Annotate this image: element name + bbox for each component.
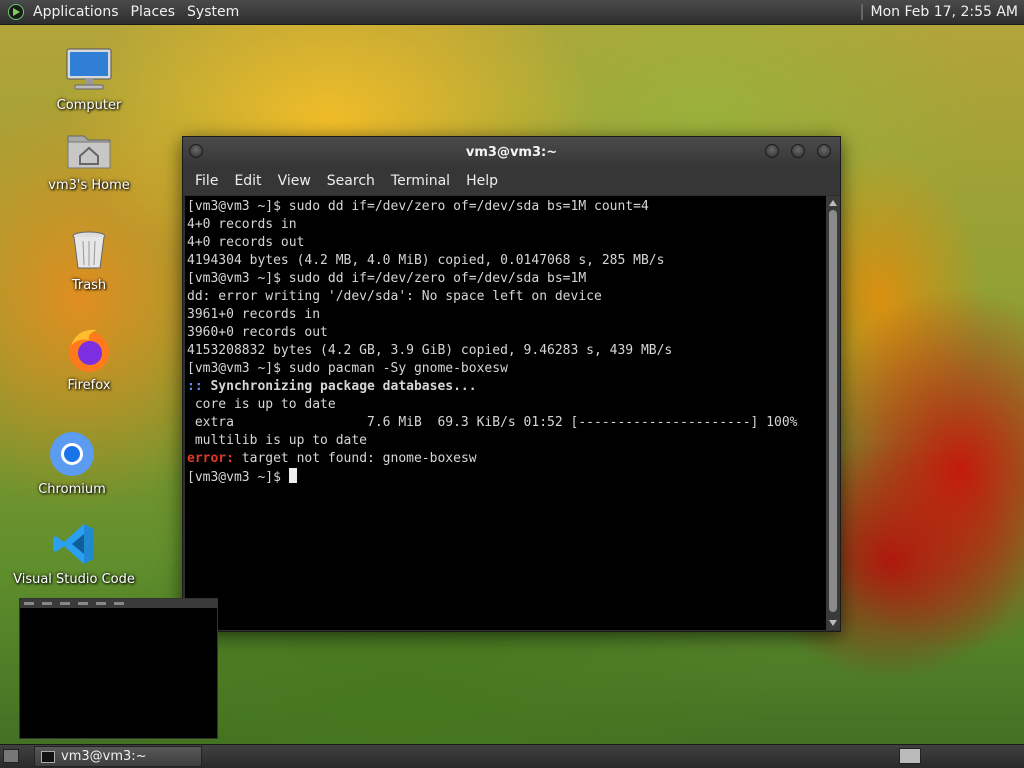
desktop-icon-label: Trash xyxy=(71,278,107,293)
places-menu[interactable]: Places xyxy=(125,4,182,20)
home-folder-icon xyxy=(65,126,113,174)
chromium-icon xyxy=(48,430,96,478)
firefox-icon xyxy=(65,326,113,374)
menu-help[interactable]: Help xyxy=(458,173,506,189)
sync-text: Synchronizing package databases... xyxy=(202,379,477,394)
scroll-down-icon[interactable] xyxy=(829,620,837,626)
desktop-icon-home[interactable]: vm3's Home xyxy=(24,126,154,193)
prompt: [vm3@vm3 ~]$ xyxy=(187,470,289,485)
menu-view[interactable]: View xyxy=(270,173,319,189)
window-menu-button[interactable] xyxy=(189,144,203,158)
text-cursor xyxy=(288,468,297,483)
applications-menu-icon[interactable] xyxy=(8,4,24,20)
terminal-window[interactable]: vm3@vm3:~ File Edit View Search Terminal… xyxy=(182,136,841,632)
desktop-icon-trash[interactable]: Trash xyxy=(24,226,154,293)
terminal-line: 3960+0 records out xyxy=(187,325,328,340)
clock[interactable]: Mon Feb 17, 2:55 AM xyxy=(871,4,1018,20)
desktop-icon-label: Firefox xyxy=(67,378,111,393)
terminal-line: 4+0 records in xyxy=(187,217,297,232)
minimize-button[interactable] xyxy=(765,144,779,158)
menu-terminal[interactable]: Terminal xyxy=(383,173,458,189)
desktop-icon-chromium[interactable]: Chromium xyxy=(7,430,137,497)
thumbnail-menu-mark xyxy=(24,602,34,605)
terminal-line: extra 7.6 MiB 69.3 KiB/s 01:52 [--------… xyxy=(187,415,798,430)
terminal-line: core is up to date xyxy=(187,397,336,412)
terminal-line: [vm3@vm3 ~]$ sudo dd if=/dev/zero of=/de… xyxy=(187,271,587,286)
taskbar-window-label: vm3@vm3:~ xyxy=(61,749,147,764)
vscode-icon xyxy=(50,520,98,568)
window-preview-thumbnail[interactable] xyxy=(19,598,218,739)
terminal-icon xyxy=(41,750,55,763)
top-panel: Applications Places System Mon Feb 17, 2… xyxy=(0,0,1024,25)
terminal-scrollbar[interactable] xyxy=(826,196,840,630)
trash-icon xyxy=(65,226,113,274)
desktop-icon-firefox[interactable]: Firefox xyxy=(24,326,154,393)
terminal-line: [vm3@vm3 ~]$ sudo dd if=/dev/zero of=/de… xyxy=(187,199,649,214)
workspace-switcher[interactable] xyxy=(899,748,921,764)
menu-search[interactable]: Search xyxy=(319,173,383,189)
scrollbar-thumb[interactable] xyxy=(829,210,837,612)
desktop-icon-label: Computer xyxy=(56,98,122,113)
scroll-up-icon[interactable] xyxy=(829,200,837,206)
window-titlebar[interactable]: vm3@vm3:~ xyxy=(183,137,840,167)
window-title: vm3@vm3:~ xyxy=(465,144,558,160)
bottom-panel: vm3@vm3:~ xyxy=(0,744,1024,768)
applications-menu[interactable]: Applications xyxy=(27,4,125,20)
thumbnail-menu-mark xyxy=(96,602,106,605)
desktop-icon-label: vm3's Home xyxy=(48,178,130,193)
desktop-icon-label: Visual Studio Code xyxy=(13,572,135,587)
terminal-menubar: File Edit View Search Terminal Help xyxy=(183,167,840,195)
clock-area: Mon Feb 17, 2:55 AM xyxy=(860,4,1024,20)
thumbnail-menu-mark xyxy=(42,602,52,605)
menu-file[interactable]: File xyxy=(187,173,226,189)
sync-prefix: :: xyxy=(187,379,203,394)
desktop-icon-computer[interactable]: Computer xyxy=(24,46,154,113)
show-desktop-button[interactable] xyxy=(3,749,19,763)
system-menu[interactable]: System xyxy=(181,4,245,20)
close-button[interactable] xyxy=(817,144,831,158)
terminal-sync-line: :: Synchronizing package databases... xyxy=(187,378,826,396)
panel-separator xyxy=(860,4,863,20)
taskbar-window-button[interactable]: vm3@vm3:~ xyxy=(34,746,202,767)
thumbnail-menu-mark xyxy=(60,602,70,605)
terminal-output[interactable]: [vm3@vm3 ~]$ sudo dd if=/dev/zero of=/de… xyxy=(185,196,826,630)
error-prefix: error: xyxy=(187,451,234,466)
terminal-line: [vm3@vm3 ~]$ sudo pacman -Sy gnome-boxes… xyxy=(187,361,508,376)
terminal-line: dd: error writing '/dev/sda': No space l… xyxy=(187,289,602,304)
desktop-icon-label: Chromium xyxy=(38,482,106,497)
thumbnail-menu-mark xyxy=(78,602,88,605)
terminal-line: 3961+0 records in xyxy=(187,307,321,322)
maximize-button[interactable] xyxy=(791,144,805,158)
computer-icon xyxy=(65,46,113,94)
terminal-line: multilib is up to date xyxy=(187,433,368,448)
terminal-line: 4+0 records out xyxy=(187,235,305,250)
terminal-prompt-line[interactable]: [vm3@vm3 ~]$ xyxy=(187,468,826,486)
terminal-error-line: error: target not found: gnome-boxesw xyxy=(187,450,826,468)
thumbnail-menu-mark xyxy=(114,602,124,605)
thumbnail-menubar xyxy=(20,599,217,608)
desktop-icon-vscode[interactable]: Visual Studio Code xyxy=(9,520,139,587)
error-text: target not found: gnome-boxesw xyxy=(233,451,477,466)
terminal-line: 4194304 bytes (4.2 MB, 4.0 MiB) copied, … xyxy=(187,253,665,268)
terminal-line: 4153208832 bytes (4.2 GB, 3.9 GiB) copie… xyxy=(187,343,673,358)
menu-edit[interactable]: Edit xyxy=(226,173,269,189)
